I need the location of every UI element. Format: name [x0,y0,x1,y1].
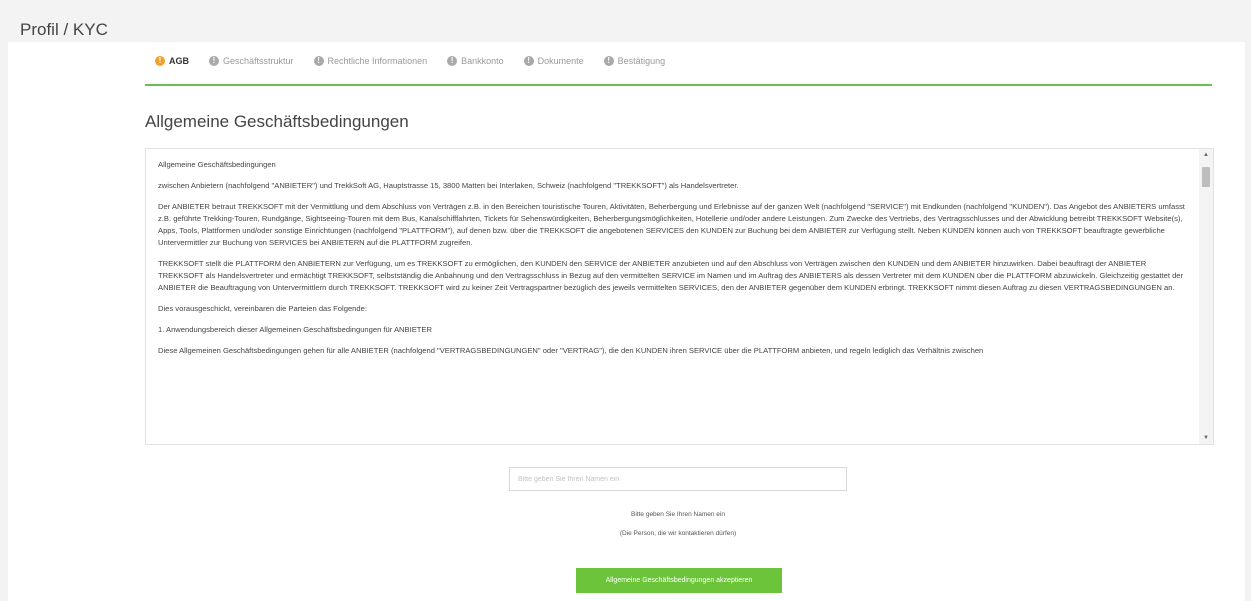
terms-paragraph: TREKKSOFT stellt die PLATTFORM den ANBIE… [158,259,1184,292]
tab-label: AGB [169,56,189,66]
tab-label: Geschäftsstruktur [223,56,294,66]
tab-bestaetigung[interactable]: ! Bestätigung [603,56,666,66]
tab-label: Bankkonto [461,56,504,66]
terms-textbox[interactable]: Allgemeine Geschäftsbedingungen zwischen… [145,148,1214,445]
scroll-thumb[interactable] [1202,167,1210,187]
scroll-up-arrow-icon[interactable]: ▲ [1199,149,1213,161]
tab-label: Bestätigung [617,56,666,66]
info-icon: ! [155,56,165,66]
info-icon: ! [447,56,458,66]
tab-geschaeftsstruktur[interactable]: ! Geschäftsstruktur [209,56,294,66]
terms-scrollbar[interactable]: ▲ ▼ [1199,149,1213,444]
tab-label: Dokumente [537,56,584,66]
terms-paragraph: Diese Allgemeinen Geschäftsbedingungen g… [158,346,984,355]
step-nav: ! AGB ! Geschäftsstruktur ! Rechtliche I… [145,56,1212,86]
tab-agb[interactable]: ! AGB [155,56,189,66]
terms-paragraph: 1. Anwendungsbereich dieser Allgemeinen … [158,325,432,334]
kyc-card: ! AGB ! Geschäftsstruktur ! Rechtliche I… [8,42,1245,601]
scroll-down-arrow-icon[interactable]: ▼ [1199,432,1213,444]
tab-rechtliche-informationen[interactable]: ! Rechtliche Informationen [313,56,428,66]
tab-label: Rechtliche Informationen [327,56,428,66]
contact-person-hint: (Die Person, die wir kontaktieren dürfen… [619,530,737,537]
info-icon: ! [603,56,614,66]
info-icon: ! [313,56,324,66]
tab-bankkonto[interactable]: ! Bankkonto [447,56,504,66]
accept-terms-button[interactable]: Allgemeine Geschäftsbedingungen akzeptie… [576,568,782,593]
terms-paragraph: Der ANBIETER betraut TREKKSOFT mit der V… [158,202,1185,247]
info-icon: ! [523,56,534,66]
terms-content: Allgemeine Geschäftsbedingungen zwischen… [158,159,1188,366]
name-input[interactable] [509,467,847,491]
tab-dokumente[interactable]: ! Dokumente [523,56,584,66]
terms-paragraph: Allgemeine Geschäftsbedingungen [158,160,276,169]
terms-paragraph: Dies vorausgeschickt, vereinbaren die Pa… [158,304,367,313]
section-title: Allgemeine Geschäftsbedingungen [145,112,409,131]
info-icon: ! [209,56,219,66]
name-hint: Bitte geben Sie Ihren Namen ein [631,511,725,518]
terms-paragraph: zwischen Anbietern (nachfolgend "ANBIETE… [158,181,739,190]
page-title: Profil / KYC [20,20,108,39]
